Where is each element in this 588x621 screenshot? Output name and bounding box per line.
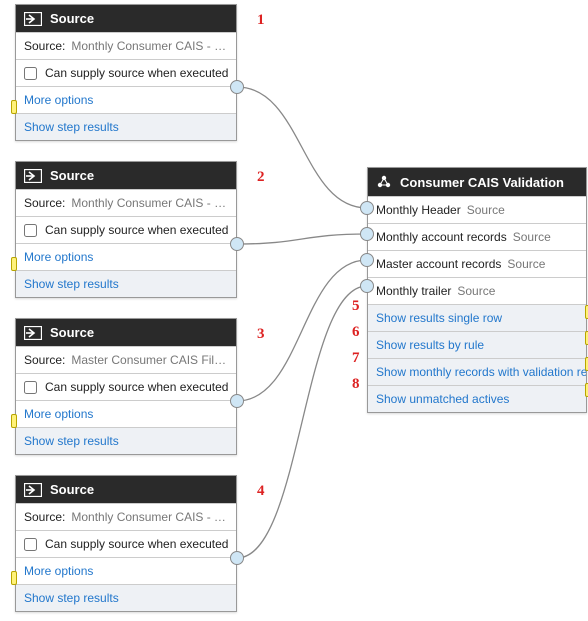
can-supply-row[interactable]: Can supply source when executed — [16, 373, 236, 400]
validation-input-row[interactable]: Monthly trailer Source — [368, 277, 586, 304]
more-options-link[interactable]: More options — [16, 243, 236, 270]
annotation-marker: 5 — [352, 298, 360, 315]
can-supply-checkbox[interactable] — [24, 381, 37, 394]
more-options-link[interactable]: More options — [16, 400, 236, 427]
source-in-icon — [24, 169, 42, 183]
input-port[interactable] — [360, 253, 374, 267]
annotation-marker: 2 — [257, 169, 265, 186]
can-supply-label: Can supply source when executed — [45, 223, 228, 237]
source-value: Master Consumer CAIS File - B... — [71, 353, 228, 367]
node-header[interactable]: Source — [16, 319, 236, 346]
validation-result-link[interactable]: Show monthly records with validation res… — [368, 358, 586, 385]
output-port[interactable] — [230, 551, 244, 565]
source-in-icon — [24, 483, 42, 497]
input-port[interactable] — [360, 279, 374, 293]
validation-result-link[interactable]: Show results by rule — [368, 331, 586, 358]
show-step-results-link[interactable]: Show step results — [16, 427, 236, 454]
node-title: Consumer CAIS Validation — [400, 175, 564, 190]
show-step-results-link[interactable]: Show step results — [16, 270, 236, 297]
handle-tab[interactable] — [11, 257, 17, 271]
annotation-marker: 7 — [352, 350, 360, 367]
annotation-marker: 3 — [257, 326, 265, 343]
source-node-3[interactable]: Source Source: Master Consumer CAIS File… — [15, 318, 237, 455]
source-in-icon — [24, 326, 42, 340]
source-label: Source: — [24, 39, 65, 53]
node-title: Source — [50, 482, 94, 497]
can-supply-label: Can supply source when executed — [45, 380, 228, 394]
source-node-1[interactable]: Source Source: Monthly Consumer CAIS - H… — [15, 4, 237, 141]
annotation-marker: 4 — [257, 483, 265, 500]
validation-node[interactable]: Consumer CAIS Validation Monthly Header … — [367, 167, 587, 413]
annotation-marker: 8 — [352, 376, 360, 393]
validation-input-type: Source — [513, 230, 551, 244]
handle-tab[interactable] — [11, 414, 17, 428]
output-port[interactable] — [230, 80, 244, 94]
show-step-results-link[interactable]: Show step results — [16, 113, 236, 140]
source-label: Source: — [24, 196, 65, 210]
validation-input-type: Source — [467, 203, 505, 217]
source-node-2[interactable]: Source Source: Monthly Consumer CAIS - B… — [15, 161, 237, 298]
more-options-link[interactable]: More options — [16, 86, 236, 113]
validation-input-row[interactable]: Master account records Source — [368, 250, 586, 277]
more-options-link[interactable]: More options — [16, 557, 236, 584]
validation-input-name: Monthly account records — [376, 230, 507, 244]
output-port[interactable] — [230, 237, 244, 251]
source-value-row[interactable]: Source: Monthly Consumer CAIS - Body — [16, 189, 236, 216]
output-port[interactable] — [230, 394, 244, 408]
source-in-icon — [24, 12, 42, 26]
can-supply-checkbox[interactable] — [24, 224, 37, 237]
input-port[interactable] — [360, 201, 374, 215]
can-supply-checkbox[interactable] — [24, 67, 37, 80]
source-value: Monthly Consumer CAIS - Body — [71, 196, 228, 210]
source-value-row[interactable]: Source: Monthly Consumer CAIS - Trailer — [16, 503, 236, 530]
validation-icon — [376, 174, 392, 190]
handle-tab[interactable] — [11, 571, 17, 585]
source-value-row[interactable]: Source: Master Consumer CAIS File - B... — [16, 346, 236, 373]
validation-input-row[interactable]: Monthly Header Source — [368, 196, 586, 223]
node-title: Source — [50, 325, 94, 340]
node-header[interactable]: Source — [16, 476, 236, 503]
validation-result-link[interactable]: Show unmatched actives — [368, 385, 586, 412]
node-title: Source — [50, 168, 94, 183]
validation-input-name: Master account records — [376, 257, 501, 271]
validation-input-type: Source — [457, 284, 495, 298]
node-title: Source — [50, 11, 94, 26]
source-value-row[interactable]: Source: Monthly Consumer CAIS - Hea... — [16, 32, 236, 59]
can-supply-row[interactable]: Can supply source when executed — [16, 59, 236, 86]
can-supply-label: Can supply source when executed — [45, 66, 228, 80]
source-node-4[interactable]: Source Source: Monthly Consumer CAIS - T… — [15, 475, 237, 612]
source-label: Source: — [24, 353, 65, 367]
node-header[interactable]: Source — [16, 5, 236, 32]
validation-input-name: Monthly Header — [376, 203, 461, 217]
validation-result-link[interactable]: Show results single row — [368, 304, 586, 331]
can-supply-checkbox[interactable] — [24, 538, 37, 551]
source-value: Monthly Consumer CAIS - Hea... — [71, 39, 228, 53]
can-supply-label: Can supply source when executed — [45, 537, 228, 551]
validation-input-name: Monthly trailer — [376, 284, 451, 298]
node-header[interactable]: Source — [16, 162, 236, 189]
validation-input-row[interactable]: Monthly account records Source — [368, 223, 586, 250]
source-value: Monthly Consumer CAIS - Trailer — [71, 510, 228, 524]
source-label: Source: — [24, 510, 65, 524]
can-supply-row[interactable]: Can supply source when executed — [16, 530, 236, 557]
show-step-results-link[interactable]: Show step results — [16, 584, 236, 611]
can-supply-row[interactable]: Can supply source when executed — [16, 216, 236, 243]
annotation-marker: 1 — [257, 12, 265, 29]
node-header[interactable]: Consumer CAIS Validation — [368, 168, 586, 196]
input-port[interactable] — [360, 227, 374, 241]
validation-input-type: Source — [507, 257, 545, 271]
annotation-marker: 6 — [352, 324, 360, 341]
handle-tab[interactable] — [11, 100, 17, 114]
